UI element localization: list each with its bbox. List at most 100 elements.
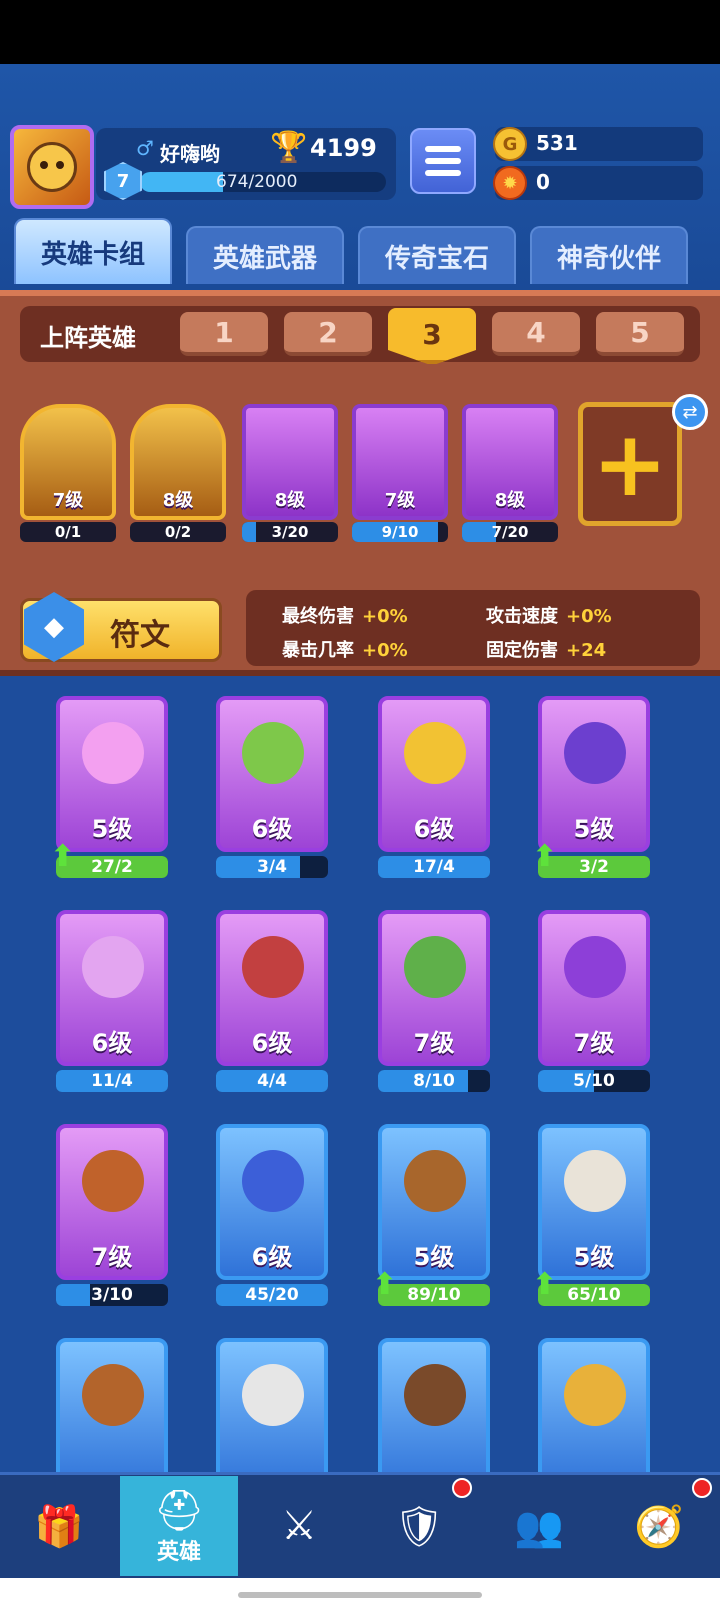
hero-portrait xyxy=(242,1364,304,1426)
crossed-swords-icon: ⚔ xyxy=(281,1503,317,1549)
stat-value: +24 xyxy=(566,640,607,661)
player-name: 好嗨哟 xyxy=(160,142,220,166)
player-avatar[interactable] xyxy=(10,125,94,209)
hero-card[interactable]: 5级 xyxy=(538,1124,650,1280)
hero-portrait xyxy=(564,936,626,998)
stat-label: 暴击几率 xyxy=(282,640,354,661)
hero-card[interactable]: 7级 xyxy=(378,910,490,1066)
hero-card[interactable]: 5级 xyxy=(378,1124,490,1280)
stat-value: +0% xyxy=(362,640,408,661)
hero-card[interactable] xyxy=(538,1338,650,1472)
hero-portrait xyxy=(564,1150,626,1212)
hero-card-progress: 3/4 xyxy=(216,856,328,878)
trophy-icon: 🏆 xyxy=(270,130,308,165)
hero-card[interactable]: 6级 xyxy=(216,1124,328,1280)
hero-card[interactable]: 6级 xyxy=(216,910,328,1066)
gem-count: 0 xyxy=(536,170,550,194)
progress-text: 3/4 xyxy=(257,857,287,877)
hero-collection-grid: 5级 27/2 ⬆ 6级 3/4 6级 17/4 5级 3/2 ⬆ 6级 11/4 6级 4/4 7级 8/1… xyxy=(0,676,720,1472)
swap-icon[interactable]: ⇄ xyxy=(672,394,708,430)
treasure-chest-icon: 🎁 xyxy=(34,1503,84,1550)
add-hero-slot[interactable]: + xyxy=(578,402,682,526)
progress-text: 5/10 xyxy=(573,1071,615,1091)
gold-count: 531 xyxy=(536,131,578,155)
progress-text: 27/2 xyxy=(91,857,133,877)
menu-button[interactable] xyxy=(410,128,476,194)
progress-text: 17/4 xyxy=(413,857,455,877)
deck-hero-level: 7级 xyxy=(384,490,416,511)
hero-card-progress: 11/4 xyxy=(56,1070,168,1092)
nav-item-crossed-swords[interactable]: ⚔ xyxy=(240,1476,358,1576)
upgrade-arrow-icon: ⬆ xyxy=(532,839,558,874)
progress-text: 8/10 xyxy=(413,1071,455,1091)
hero-card[interactable] xyxy=(216,1338,328,1472)
hero-portrait xyxy=(242,936,304,998)
notification-dot xyxy=(452,1478,472,1498)
tab-hero-deck[interactable]: 英雄卡组 xyxy=(14,218,172,284)
hero-portrait xyxy=(82,936,144,998)
deck-hero-card[interactable]: 8级 xyxy=(462,404,558,520)
deck-slot-2[interactable]: 2 xyxy=(284,312,372,356)
progress-text: 4/4 xyxy=(257,1071,287,1091)
nav-item-treasure-chest[interactable]: 🎁 xyxy=(0,1476,118,1576)
hero-card-progress: 45/20 xyxy=(216,1284,328,1306)
nav-label: 英雄 xyxy=(156,1539,201,1565)
hero-card[interactable]: 7级 xyxy=(538,910,650,1066)
compass-icon: 🧭 xyxy=(634,1503,684,1550)
stat-value: +0% xyxy=(362,606,408,627)
xp-bar-fill xyxy=(140,172,223,192)
menu-line xyxy=(425,158,461,164)
stat-crit-chance: 暴击几率 +0% xyxy=(282,636,408,662)
deck-hero-card[interactable]: 8级 xyxy=(130,404,226,520)
hero-portrait xyxy=(404,1150,466,1212)
hero-card[interactable]: 6级 xyxy=(216,696,328,852)
hero-card[interactable] xyxy=(56,1338,168,1472)
deck-slot-1[interactable]: 1 xyxy=(180,312,268,356)
progress-text: 3/20 xyxy=(271,523,309,541)
hero-card-progress: 17/4 xyxy=(378,856,490,878)
deck-hero-progress: 7/20 xyxy=(462,522,558,542)
crown-shield-icon: 🛡 xyxy=(393,1503,445,1550)
tab-magic-companions[interactable]: 神奇伙伴 xyxy=(530,226,688,284)
progress-fill xyxy=(242,522,257,542)
tab-hero-weapons[interactable]: 英雄武器 xyxy=(186,226,344,284)
hero-level: 7级 xyxy=(573,1029,615,1057)
home-indicator[interactable] xyxy=(238,1592,482,1598)
hero-card[interactable] xyxy=(378,1338,490,1472)
deck-hero-card[interactable]: 8级 xyxy=(242,404,338,520)
avatar-face-icon xyxy=(27,142,77,192)
xp-text: 674/2000 xyxy=(216,172,298,192)
hero-card[interactable]: 7级 xyxy=(56,1124,168,1280)
hero-card[interactable]: 5级 xyxy=(56,696,168,852)
deck-hero-level: 8级 xyxy=(494,490,526,511)
deck-hero-progress: 0/2 xyxy=(130,522,226,542)
tab-legendary-gems[interactable]: 传奇宝石 xyxy=(358,226,516,284)
group-icon: 👥 xyxy=(514,1503,564,1550)
hero-level: 6级 xyxy=(251,1029,293,1057)
hero-card-progress: 5/10 xyxy=(538,1070,650,1092)
nav-item-knight-helmet[interactable]: ⛑ 英雄 xyxy=(120,1476,238,1576)
plus-icon: + xyxy=(592,411,668,517)
hero-level: 6级 xyxy=(251,1243,293,1271)
deck-hero-card[interactable]: 7级 xyxy=(352,404,448,520)
deck-hero-level: 8级 xyxy=(162,490,194,511)
progress-text: 3/10 xyxy=(91,1285,133,1305)
deck-slot-5[interactable]: 5 xyxy=(596,312,684,356)
hero-portrait xyxy=(242,722,304,784)
progress-text: 65/10 xyxy=(567,1285,621,1305)
progress-text: 89/10 xyxy=(407,1285,461,1305)
upgrade-arrow-icon: ⬆ xyxy=(532,1267,558,1302)
deck-hero-card[interactable]: 7级 xyxy=(20,404,116,520)
gold-coin-icon: G xyxy=(493,127,527,161)
hero-level: 5级 xyxy=(91,815,133,843)
hero-card[interactable]: 6级 xyxy=(378,696,490,852)
knight-helmet-icon: ⛑ xyxy=(153,1487,205,1534)
hero-level: 5级 xyxy=(573,1243,615,1271)
deck-slot-4[interactable]: 4 xyxy=(492,312,580,356)
hero-portrait xyxy=(404,1364,466,1426)
hero-card[interactable]: 5级 xyxy=(538,696,650,852)
hero-card[interactable]: 6级 xyxy=(56,910,168,1066)
progress-text: 3/2 xyxy=(579,857,609,877)
upgrade-arrow-icon: ⬆ xyxy=(50,839,76,874)
nav-item-group[interactable]: 👥 xyxy=(480,1476,598,1576)
